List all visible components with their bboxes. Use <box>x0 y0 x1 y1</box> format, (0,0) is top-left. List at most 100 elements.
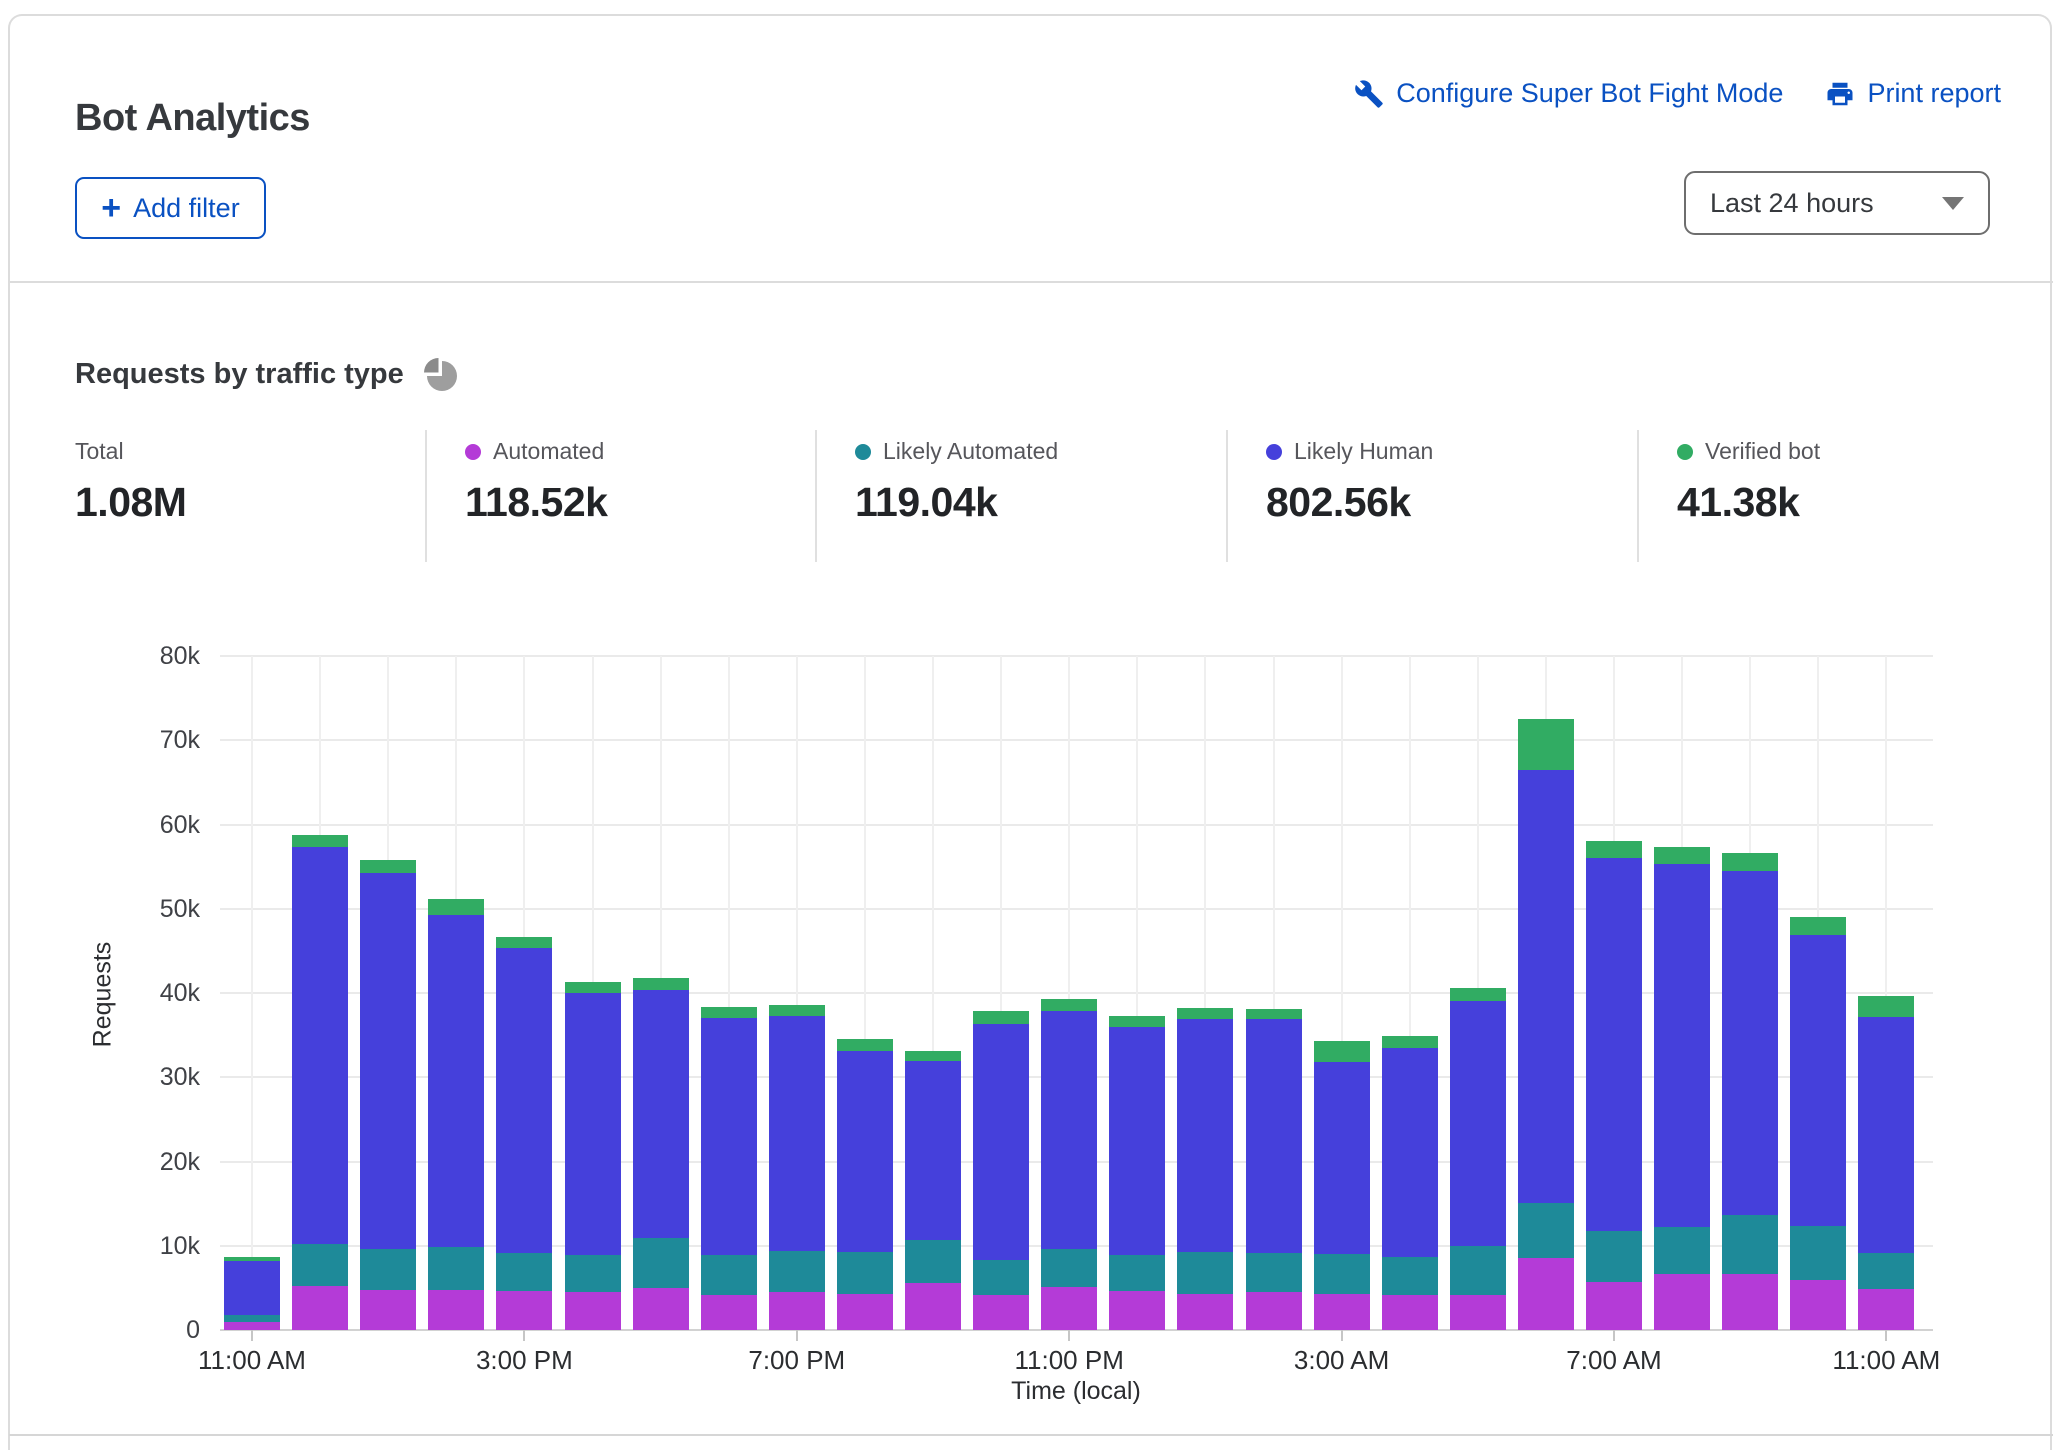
bar-segment-likely-automated[interactable] <box>905 1240 961 1283</box>
bar-segment-verified-bot[interactable] <box>565 982 621 993</box>
bar-segment-verified-bot[interactable] <box>292 835 348 847</box>
bar-segment-verified-bot[interactable] <box>1586 841 1642 858</box>
bar-segment-automated[interactable] <box>1518 1258 1574 1330</box>
bar-segment-automated[interactable] <box>1314 1294 1370 1330</box>
bar-segment-likely-automated[interactable] <box>565 1255 621 1292</box>
bar-segment-automated[interactable] <box>1382 1295 1438 1330</box>
bar-segment-likely-automated[interactable] <box>837 1252 893 1294</box>
bar-segment-automated[interactable] <box>973 1295 1029 1330</box>
bar-segment-likely-automated[interactable] <box>1382 1257 1438 1296</box>
bar-segment-likely-automated[interactable] <box>701 1255 757 1295</box>
bar-segment-automated[interactable] <box>1586 1282 1642 1330</box>
bar-segment-automated[interactable] <box>292 1286 348 1330</box>
bar-segment-automated[interactable] <box>1722 1274 1778 1330</box>
bar-segment-likely-human[interactable] <box>292 847 348 1244</box>
bar-segment-likely-human[interactable] <box>769 1016 825 1251</box>
bar-segment-automated[interactable] <box>1109 1291 1165 1330</box>
bar-segment-likely-human[interactable] <box>565 993 621 1255</box>
bar-segment-automated[interactable] <box>633 1288 689 1330</box>
bar-segment-automated[interactable] <box>224 1322 280 1330</box>
bar-segment-verified-bot[interactable] <box>1177 1008 1233 1019</box>
bar-segment-verified-bot[interactable] <box>1041 999 1097 1011</box>
bar-segment-likely-automated[interactable] <box>1654 1227 1710 1273</box>
bar-segment-likely-automated[interactable] <box>224 1315 280 1323</box>
bar-segment-likely-human[interactable] <box>496 948 552 1253</box>
bar-segment-likely-automated[interactable] <box>769 1251 825 1292</box>
bar-segment-likely-automated[interactable] <box>360 1249 416 1289</box>
bar-segment-verified-bot[interactable] <box>701 1007 757 1018</box>
bar-segment-likely-human[interactable] <box>1177 1019 1233 1252</box>
bar-segment-automated[interactable] <box>496 1291 552 1330</box>
bar-segment-likely-human[interactable] <box>701 1018 757 1255</box>
bar-segment-verified-bot[interactable] <box>1109 1016 1165 1027</box>
bar-segment-verified-bot[interactable] <box>769 1005 825 1016</box>
bar-segment-automated[interactable] <box>1041 1287 1097 1330</box>
bar-segment-likely-automated[interactable] <box>1109 1255 1165 1291</box>
bar-segment-likely-human[interactable] <box>1790 935 1846 1227</box>
bar-segment-likely-automated[interactable] <box>973 1260 1029 1295</box>
bar-segment-likely-automated[interactable] <box>1858 1253 1914 1288</box>
bar-segment-automated[interactable] <box>565 1292 621 1330</box>
bar-segment-likely-human[interactable] <box>1518 770 1574 1203</box>
bar-segment-automated[interactable] <box>428 1290 484 1330</box>
bar-segment-likely-human[interactable] <box>1109 1027 1165 1255</box>
bar-segment-verified-bot[interactable] <box>496 937 552 949</box>
bar-segment-likely-automated[interactable] <box>1518 1203 1574 1259</box>
bar-segment-likely-automated[interactable] <box>496 1253 552 1291</box>
bar-segment-verified-bot[interactable] <box>633 978 689 991</box>
bar-segment-automated[interactable] <box>1790 1280 1846 1330</box>
bar-segment-likely-human[interactable] <box>1722 871 1778 1215</box>
bar-segment-automated[interactable] <box>1177 1294 1233 1330</box>
bar-segment-automated[interactable] <box>1450 1295 1506 1330</box>
bar-segment-automated[interactable] <box>1246 1292 1302 1330</box>
bar-segment-verified-bot[interactable] <box>428 899 484 916</box>
bar-segment-likely-automated[interactable] <box>1041 1249 1097 1287</box>
bar-segment-automated[interactable] <box>360 1290 416 1330</box>
bar-segment-verified-bot[interactable] <box>360 860 416 873</box>
bar-segment-automated[interactable] <box>1858 1289 1914 1330</box>
bar-segment-likely-automated[interactable] <box>1314 1254 1370 1294</box>
bar-segment-likely-human[interactable] <box>905 1061 961 1240</box>
bar-segment-verified-bot[interactable] <box>1654 847 1710 864</box>
bar-segment-automated[interactable] <box>837 1294 893 1330</box>
bar-segment-likely-human[interactable] <box>1586 858 1642 1231</box>
bar-segment-automated[interactable] <box>905 1283 961 1330</box>
bar-segment-likely-human[interactable] <box>224 1261 280 1315</box>
bar-segment-verified-bot[interactable] <box>973 1011 1029 1024</box>
bar-segment-likely-human[interactable] <box>1858 1017 1914 1253</box>
bar-segment-automated[interactable] <box>769 1292 825 1330</box>
bar-segment-verified-bot[interactable] <box>837 1039 893 1051</box>
bar-segment-likely-automated[interactable] <box>1450 1246 1506 1295</box>
bar-segment-likely-automated[interactable] <box>428 1247 484 1291</box>
bar-segment-likely-automated[interactable] <box>1246 1253 1302 1292</box>
bar-segment-likely-human[interactable] <box>1246 1019 1302 1253</box>
bar-segment-verified-bot[interactable] <box>1858 996 1914 1017</box>
bar-segment-likely-automated[interactable] <box>1177 1252 1233 1294</box>
bar-segment-verified-bot[interactable] <box>224 1257 280 1261</box>
bar-segment-verified-bot[interactable] <box>1382 1036 1438 1048</box>
bar-segment-automated[interactable] <box>1654 1274 1710 1330</box>
bar-segment-likely-human[interactable] <box>633 990 689 1238</box>
bar-segment-automated[interactable] <box>701 1295 757 1330</box>
bar-segment-likely-automated[interactable] <box>292 1244 348 1286</box>
bar-segment-likely-human[interactable] <box>1654 864 1710 1227</box>
bar-segment-likely-human[interactable] <box>1041 1011 1097 1249</box>
bar-segment-likely-human[interactable] <box>837 1051 893 1252</box>
bar-segment-likely-human[interactable] <box>973 1024 1029 1260</box>
bar-segment-likely-human[interactable] <box>428 915 484 1246</box>
bar-segment-likely-human[interactable] <box>1382 1048 1438 1257</box>
bar-segment-likely-automated[interactable] <box>1790 1226 1846 1280</box>
bar-segment-likely-automated[interactable] <box>1722 1215 1778 1275</box>
bar-segment-verified-bot[interactable] <box>905 1051 961 1061</box>
bar-segment-verified-bot[interactable] <box>1722 853 1778 871</box>
bar-segment-verified-bot[interactable] <box>1518 719 1574 770</box>
bar-segment-verified-bot[interactable] <box>1246 1009 1302 1019</box>
bar-segment-verified-bot[interactable] <box>1450 988 1506 1001</box>
bar-segment-likely-human[interactable] <box>1314 1062 1370 1254</box>
bar-segment-verified-bot[interactable] <box>1314 1041 1370 1062</box>
bar-segment-likely-automated[interactable] <box>1586 1231 1642 1282</box>
bar-segment-verified-bot[interactable] <box>1790 917 1846 935</box>
bar-segment-likely-automated[interactable] <box>633 1238 689 1288</box>
bar-segment-likely-human[interactable] <box>360 873 416 1249</box>
bar-segment-likely-human[interactable] <box>1450 1001 1506 1246</box>
